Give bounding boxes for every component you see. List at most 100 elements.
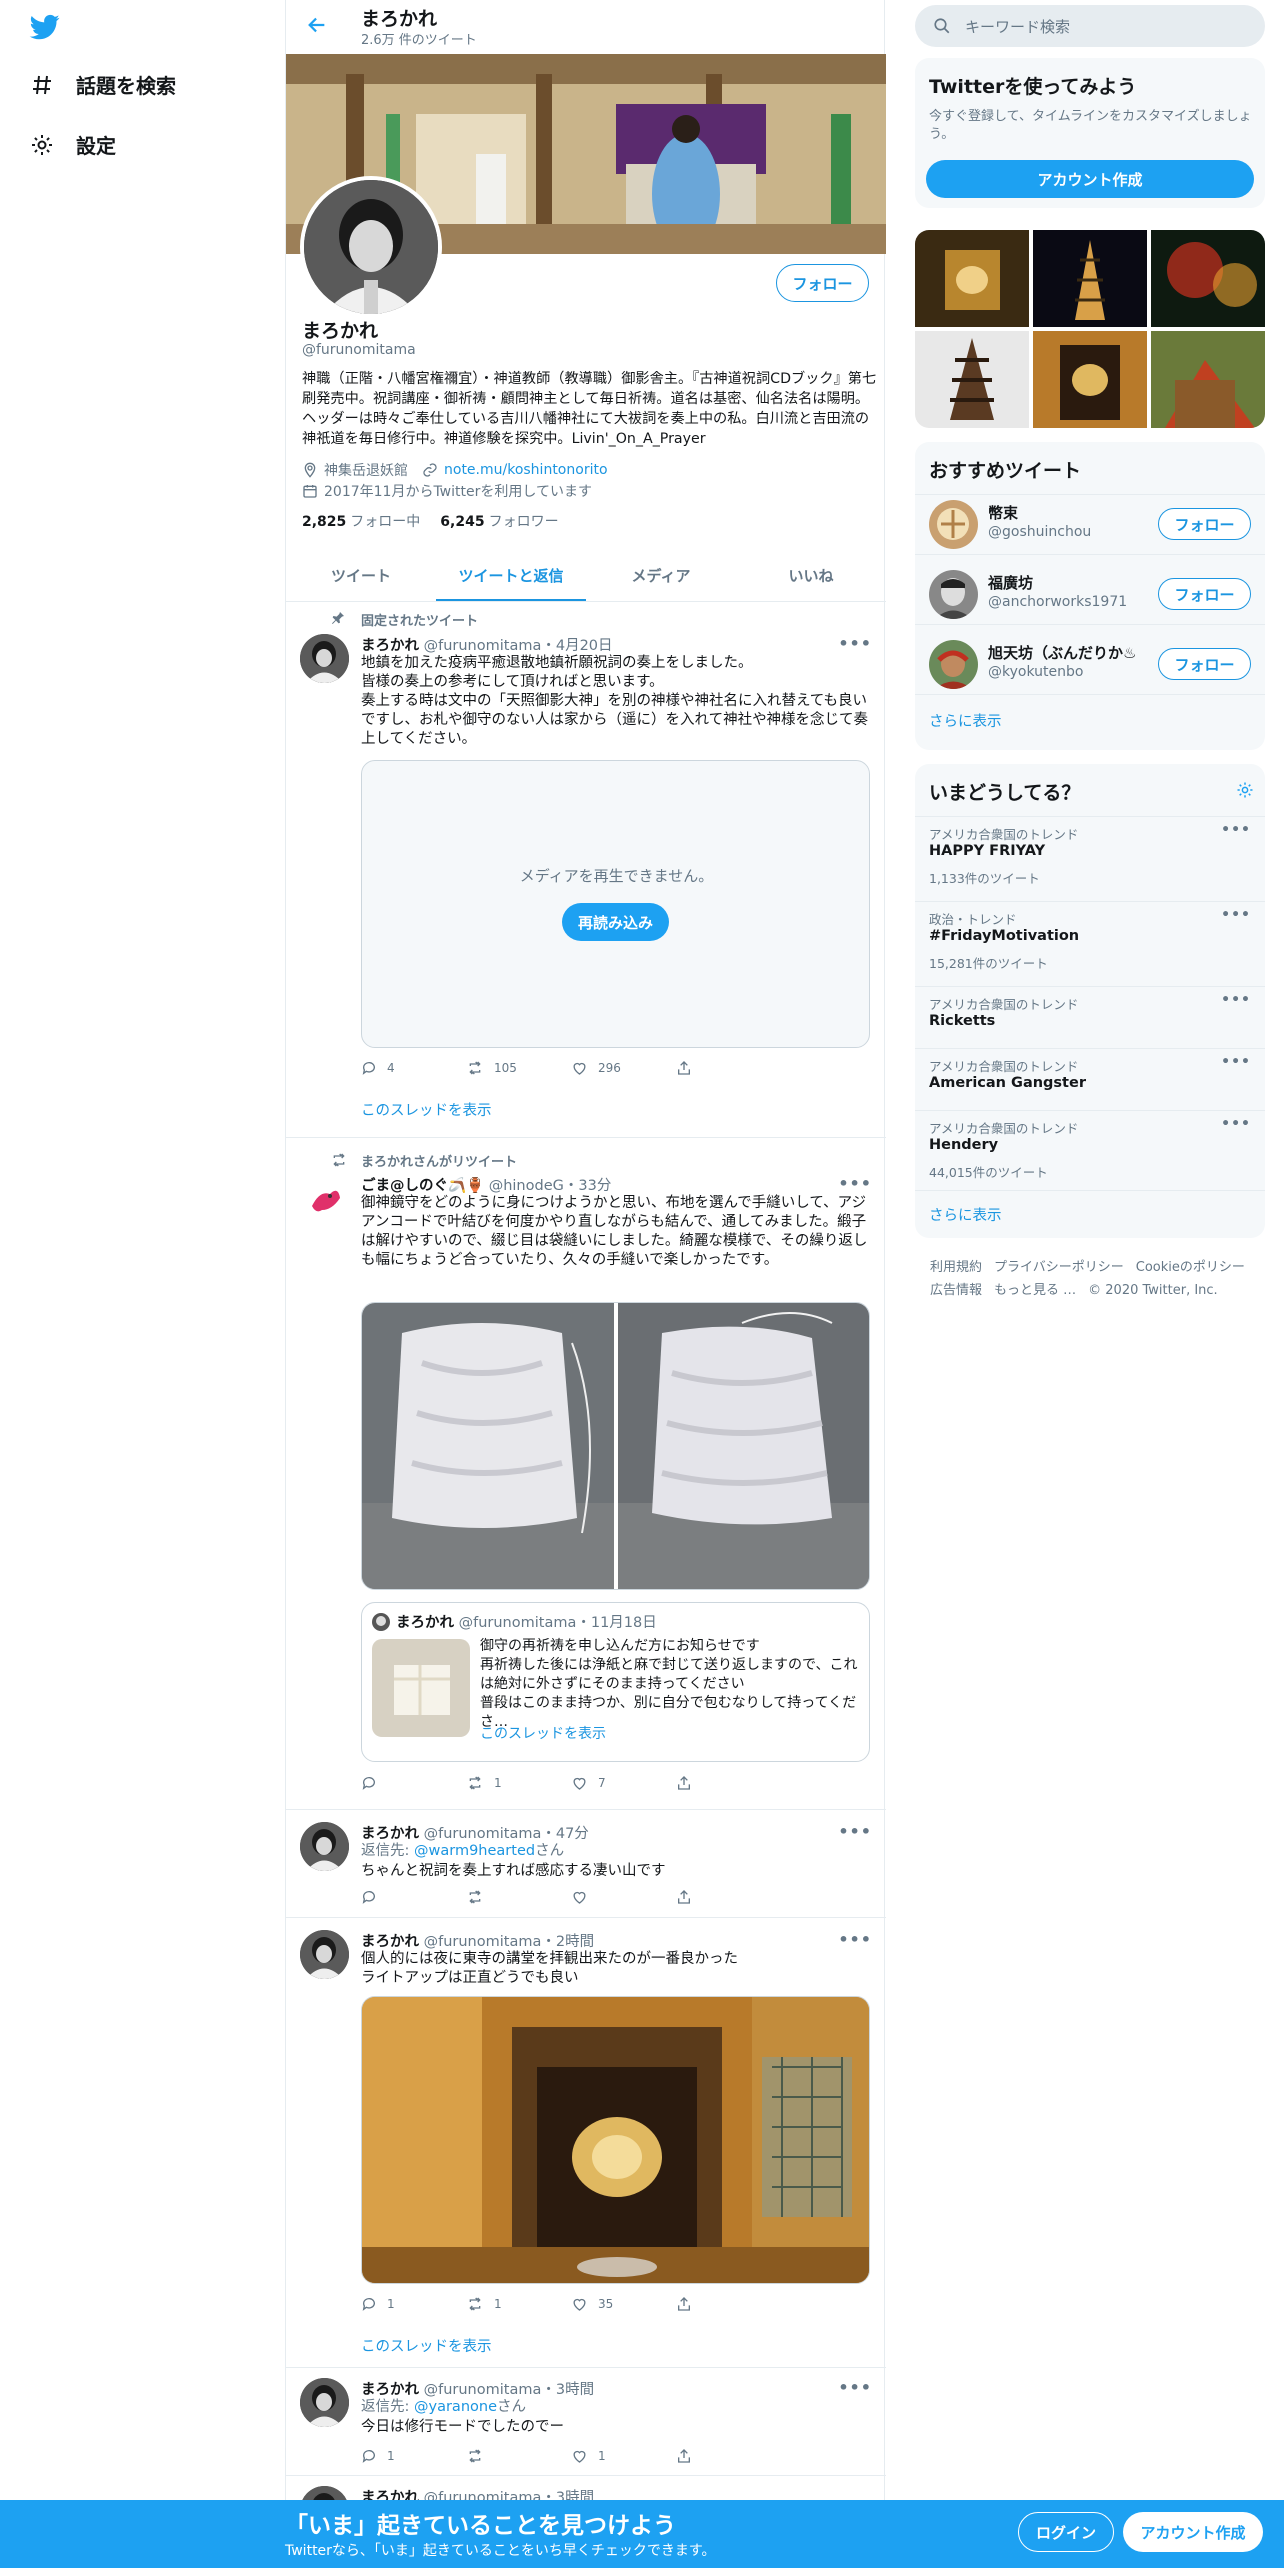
trends-settings-gear-icon[interactable] xyxy=(1236,781,1254,799)
more-icon[interactable]: ••• xyxy=(838,1822,872,1841)
tweet-author-name[interactable]: まろかれ xyxy=(361,2382,419,2398)
show-thread-link[interactable]: このスレッドを表示 xyxy=(361,1099,492,1120)
recommend-avatar[interactable] xyxy=(929,640,978,689)
tweet-photo[interactable] xyxy=(361,1996,870,2284)
tweet-avatar[interactable] xyxy=(300,1822,349,1871)
more-icon[interactable]: ••• xyxy=(838,1174,872,1193)
tweet-author-name[interactable]: まろかれ xyxy=(361,1826,419,1842)
recommend-name[interactable]: 旭天坊（ぶんだりか♨ xyxy=(988,642,1148,663)
tweet-author-name[interactable]: ごま@しのぐ🪃🏺 xyxy=(361,1178,484,1194)
tab-tweets-and-replies[interactable]: ツイートと返信 xyxy=(436,550,586,601)
share-button[interactable] xyxy=(676,1060,781,1076)
show-thread-link[interactable]: このスレッドを表示 xyxy=(361,2335,492,2356)
tweet-time[interactable]: ・33分 xyxy=(564,1178,611,1194)
quoted-tweet[interactable]: まろかれ @furunomitama・11月18日 御守の再祈祷を申し込んだ方に… xyxy=(361,1602,870,1762)
tweet-time[interactable]: ・47分 xyxy=(541,1826,588,1842)
trend-more-icon[interactable]: ••• xyxy=(1221,822,1251,838)
tweet-partial[interactable]: まろかれ @furunomitama・3時間 xyxy=(286,2476,886,2500)
tweet-time[interactable]: ・2時間 xyxy=(541,1934,594,1950)
trend-item[interactable]: アメリカ合衆国のトレンド Hendery 44,015件のツイート ••• xyxy=(915,1110,1265,1190)
trend-item[interactable]: 政治・トレンド #FridayMotivation 15,281件のツイート •… xyxy=(915,901,1265,986)
nav-explore[interactable]: 話題を検索 xyxy=(28,70,176,99)
tweet-media-player[interactable]: メディアを再生できません。 再読み込み xyxy=(361,760,870,1048)
reply-button[interactable]: 1 xyxy=(361,2296,466,2312)
tab-tweets[interactable]: ツイート xyxy=(286,550,436,601)
footer-link-ads[interactable]: 広告情報 xyxy=(930,1283,982,1298)
reply-button[interactable] xyxy=(361,1775,466,1791)
reply-button[interactable] xyxy=(361,1889,466,1905)
follow-button[interactable]: フォロー xyxy=(776,264,869,302)
like-button[interactable] xyxy=(571,1889,676,1905)
reload-button[interactable]: 再読み込み xyxy=(562,903,669,941)
trend-item[interactable]: アメリカ合衆国のトレンド American Gangster ••• xyxy=(915,1048,1265,1110)
footer-link-privacy[interactable]: プライバシーポリシー xyxy=(994,1260,1124,1275)
retweet-button[interactable] xyxy=(466,1889,571,1905)
create-account-button[interactable]: アカウント作成 xyxy=(926,160,1254,198)
tweet-avatar[interactable] xyxy=(300,634,349,683)
recommend-name[interactable]: 福廣坊 xyxy=(988,572,1148,593)
like-button[interactable]: 296 xyxy=(571,1060,676,1076)
like-button[interactable]: 7 xyxy=(571,1775,676,1791)
recommend-follow-button[interactable]: フォロー xyxy=(1158,508,1251,540)
tweet-avatar[interactable] xyxy=(300,1176,349,1225)
retweet-button[interactable] xyxy=(466,2448,571,2464)
share-button[interactable] xyxy=(676,2448,781,2464)
tweet-time[interactable]: ・4月20日 xyxy=(541,638,612,654)
more-icon[interactable]: ••• xyxy=(838,634,872,653)
search-input[interactable]: キーワード検索 xyxy=(965,16,1070,37)
trend-more-icon[interactable]: ••• xyxy=(1221,907,1251,923)
footer-link-more[interactable]: もっと見る … xyxy=(994,1283,1076,1298)
tweet-avatar[interactable] xyxy=(300,1930,349,1979)
retweet-button[interactable]: 105 xyxy=(466,1060,571,1076)
trend-more-icon[interactable]: ••• xyxy=(1221,1054,1251,1070)
recommend-follow-button[interactable]: フォロー xyxy=(1158,648,1251,680)
back-arrow-icon[interactable] xyxy=(306,14,328,36)
recommend-name[interactable]: 幣束 xyxy=(988,502,1148,523)
tweet-reply[interactable]: まろかれ @furunomitama・47分 ••• 返信先: @warm9he… xyxy=(286,1810,886,1918)
nav-settings[interactable]: 設定 xyxy=(28,130,116,159)
reply-to-user[interactable]: @warm9hearted xyxy=(414,1843,535,1859)
tweet-photo[interactable]: まろかれ @furunomitama・2時間 ••• 個人的には夜に東寺の講堂を… xyxy=(286,1918,886,2368)
recommend-follow-button[interactable]: フォロー xyxy=(1158,578,1251,610)
following-link[interactable]: 2,825 フォロー中 xyxy=(302,511,420,531)
footer-link-terms[interactable]: 利用規約 xyxy=(930,1260,982,1275)
tweet-author-name[interactable]: まろかれ xyxy=(361,2490,419,2500)
trend-item[interactable]: アメリカ合衆国のトレンド Ricketts ••• xyxy=(915,986,1265,1048)
search-bar[interactable]: キーワード検索 xyxy=(915,5,1265,47)
trend-more-icon[interactable]: ••• xyxy=(1221,992,1251,1008)
profile-avatar[interactable] xyxy=(300,176,442,318)
tweet-time[interactable]: ・3時間 xyxy=(541,2382,594,2398)
media-gallery[interactable] xyxy=(915,230,1265,428)
more-icon[interactable]: ••• xyxy=(838,2378,872,2397)
tweet-pinned[interactable]: 固定されたツイート まろかれ @furunomitama・4月20日 ••• 地… xyxy=(286,602,886,1138)
tweet-retweet[interactable]: まろかれさんがリツイート ごま@しのぐ🪃🏺 @hinodeG・33分 ••• 御… xyxy=(286,1138,886,1810)
quoted-show-thread-link[interactable]: このスレッドを表示 xyxy=(480,1723,606,1743)
signup-button[interactable]: アカウント作成 xyxy=(1123,2512,1263,2552)
recommend-show-more-link[interactable]: さらに表示 xyxy=(929,710,1002,731)
tweet-avatar[interactable] xyxy=(300,2486,349,2500)
tweet-author-name[interactable]: まろかれ xyxy=(361,638,419,654)
like-button[interactable]: 35 xyxy=(571,2296,676,2312)
tweet-reply[interactable]: まろかれ @furunomitama・3時間 ••• 返信先: @yaranon… xyxy=(286,2368,886,2476)
tab-likes[interactable]: いいね xyxy=(736,550,886,601)
trend-item[interactable]: アメリカ合衆国のトレンド HAPPY FRIYAY 1,133件のツイート ••… xyxy=(915,816,1265,901)
tweet-photo-grid[interactable] xyxy=(361,1302,870,1590)
share-button[interactable] xyxy=(676,2296,781,2312)
retweet-button[interactable]: 1 xyxy=(466,2296,571,2312)
profile-url[interactable]: note.mu/koshintonorito xyxy=(444,462,608,478)
more-icon[interactable]: ••• xyxy=(838,1930,872,1949)
followers-link[interactable]: 6,245 フォロワー xyxy=(440,511,558,531)
share-button[interactable] xyxy=(676,1889,781,1905)
recommend-avatar[interactable] xyxy=(929,500,978,549)
tweet-avatar[interactable] xyxy=(300,2378,349,2427)
trend-more-icon[interactable]: ••• xyxy=(1221,1116,1251,1132)
reply-button[interactable]: 4 xyxy=(361,1060,466,1076)
tweet-time[interactable]: ・3時間 xyxy=(541,2490,594,2500)
login-button[interactable]: ログイン xyxy=(1018,2512,1114,2552)
like-button[interactable]: 1 xyxy=(571,2448,676,2464)
twitter-logo-icon[interactable] xyxy=(28,12,62,42)
tab-media[interactable]: メディア xyxy=(586,550,736,601)
tweet-author-name[interactable]: まろかれ xyxy=(361,1934,419,1950)
footer-link-cookies[interactable]: Cookieのポリシー xyxy=(1136,1260,1245,1275)
retweet-button[interactable]: 1 xyxy=(466,1775,571,1791)
